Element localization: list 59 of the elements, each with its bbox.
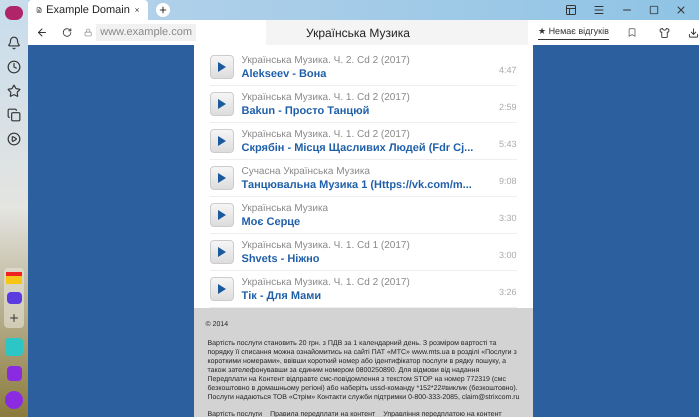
play-button[interactable]	[210, 92, 234, 116]
page-title-bar: Українська Музика	[266, 20, 528, 45]
play-icon	[218, 99, 226, 109]
play-button[interactable]	[210, 277, 234, 301]
track-title[interactable]: Bakun - Просто Танцюй	[242, 104, 491, 118]
play-button[interactable]	[210, 166, 234, 190]
play-button[interactable]	[210, 55, 234, 79]
play-button[interactable]	[210, 203, 234, 227]
album-name: Українська Музика. Ч. 1. Cd 2 (2017)	[242, 128, 411, 140]
star-icon[interactable]	[7, 84, 21, 98]
plus-icon	[158, 5, 168, 15]
maximize-icon[interactable]	[649, 5, 659, 15]
add-icon[interactable]	[8, 312, 20, 324]
menu-icon[interactable]	[593, 4, 605, 16]
track-duration: 3:26	[498, 286, 516, 300]
play-icon	[218, 210, 226, 220]
track-title[interactable]: Танцювальна Музика 1 (Https://vk.com/m...	[242, 178, 491, 192]
play-icon	[218, 173, 226, 183]
play-icon	[218, 62, 226, 72]
close-icon[interactable]	[134, 5, 140, 15]
lock-icon	[84, 28, 92, 37]
album-name: Українська Музика. Ч. 1. Cd 1 (2017)	[242, 238, 411, 252]
track-title[interactable]: Моє Серце	[242, 214, 491, 228]
track-title[interactable]: Скрябін - Місця Щасливих Людей (Fdr Cj...	[242, 140, 491, 154]
play-icon	[218, 284, 226, 294]
history-icon[interactable]	[7, 60, 21, 74]
new-tab-button[interactable]	[156, 3, 170, 17]
play-button[interactable]	[210, 129, 234, 153]
play-icon[interactable]	[7, 132, 21, 146]
track-duration: 9:08	[498, 175, 516, 188]
back-icon[interactable]	[36, 26, 48, 39]
album-name: Українська Музика. Ч. 1. Cd 2 (2017)	[242, 276, 411, 288]
collections-icon[interactable]	[7, 108, 21, 122]
track-title[interactable]: Тік - Для Мами	[242, 288, 491, 302]
track-duration: 2:59	[498, 101, 516, 114]
play-icon	[218, 247, 226, 257]
album-name: Українська Музика. Ч. 1. Cd 2 (2017)	[242, 90, 411, 104]
tabs-icon[interactable]	[565, 4, 577, 16]
track-duration: 5:43	[498, 138, 516, 152]
track-title[interactable]: Alekseev - Вона	[242, 66, 491, 80]
album-name: Сучасна Українська Музика	[242, 164, 371, 178]
track-title[interactable]: Shvets - Ніжно	[242, 252, 491, 266]
browser-tab[interactable]: Example Domain	[28, 0, 148, 20]
page-icon	[36, 5, 42, 15]
close-window-icon[interactable]	[675, 4, 687, 16]
tab-title: Example Domain	[46, 2, 130, 18]
track-duration: 3:30	[498, 212, 516, 226]
download-icon[interactable]	[688, 26, 699, 38]
album-name: Українська Музика. Ч. 2. Cd 2 (2017)	[242, 54, 411, 66]
track-duration: 4:47	[498, 64, 516, 78]
notifications-icon[interactable]	[7, 36, 21, 50]
album-name: Українська Музика	[242, 202, 330, 214]
reviews-button[interactable]: ★ Немає відгуків	[538, 25, 609, 40]
mail-icon[interactable]	[6, 272, 22, 284]
track-duration: 3:00	[498, 249, 516, 262]
play-icon	[218, 136, 226, 146]
play-button[interactable]	[210, 240, 234, 264]
bookmark-icon[interactable]	[626, 27, 637, 38]
reload-icon[interactable]	[62, 27, 72, 38]
